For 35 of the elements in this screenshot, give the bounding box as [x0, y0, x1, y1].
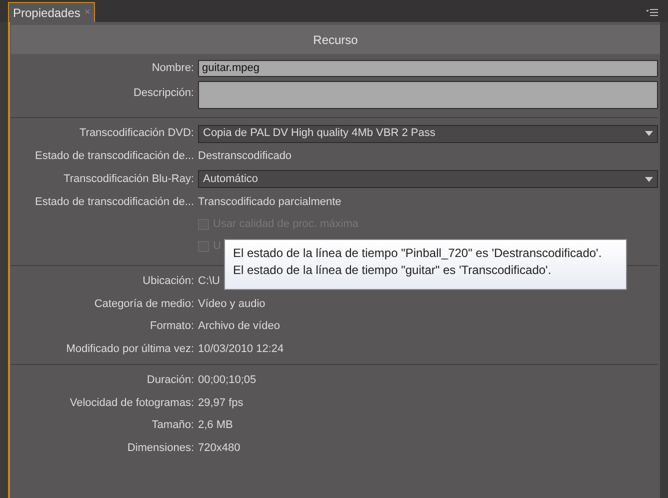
field-value: 2,6 MB	[198, 418, 233, 433]
field-label: Duración:	[146, 374, 194, 386]
caret-icon	[645, 176, 653, 182]
menu-icon[interactable]	[646, 9, 658, 17]
field-label: Descripción:	[133, 87, 194, 99]
tooltip-text: El estado de la línea de tiempo "Pinball_720" es 'Destranscodificado'.	[232, 245, 603, 262]
dropdown[interactable]: Automático	[198, 170, 658, 188]
field-value: C:\U	[198, 274, 220, 289]
field-label: Categoría de medio:	[94, 298, 194, 310]
section-header: Recurso	[11, 25, 660, 54]
field-value: Archivo de vídeo	[198, 319, 280, 334]
field-label: Tamaño:	[152, 419, 194, 431]
field-value: Vídeo y audio	[198, 296, 266, 312]
description-field[interactable]	[198, 81, 658, 109]
field-value: Destranscodificado	[198, 149, 292, 164]
field-label: Estado de transcodificación de...	[35, 196, 194, 208]
field-label: Dimensiones:	[127, 442, 194, 454]
field-label: Transcodificación DVD:	[79, 127, 194, 140]
field-label: Ubicación:	[142, 275, 194, 287]
properties-tab[interactable]: Propiedades ×	[8, 2, 96, 22]
field-label: Formato:	[150, 320, 194, 332]
field-value: 00;00;10;05	[198, 373, 256, 388]
dropdown[interactable]: Copia de PAL DV High quality 4Mb VBR 2 Pass	[198, 124, 658, 142]
name-field[interactable]: guitar.mpeg	[198, 60, 658, 76]
caret-icon	[645, 131, 653, 136]
field-label: Transcodificación Blu-Ray:	[64, 172, 194, 185]
field-label: Nombre:	[152, 62, 194, 74]
field-value: 10/03/2010 12:24	[198, 342, 284, 356]
field-value: 720x480	[198, 440, 240, 456]
field-label: Modificado por última vez:	[66, 342, 194, 354]
field-value: 29,97 fps	[198, 396, 244, 410]
field-label: Estado de transcodificación de...	[35, 150, 194, 162]
field-value: Transcodificado parcialmente	[198, 194, 342, 210]
field-label: Velocidad de fotogramas:	[70, 396, 194, 408]
tooltip-text: El estado de la línea de tiempo "guitar" es 'Transcodificado'.	[232, 262, 552, 279]
